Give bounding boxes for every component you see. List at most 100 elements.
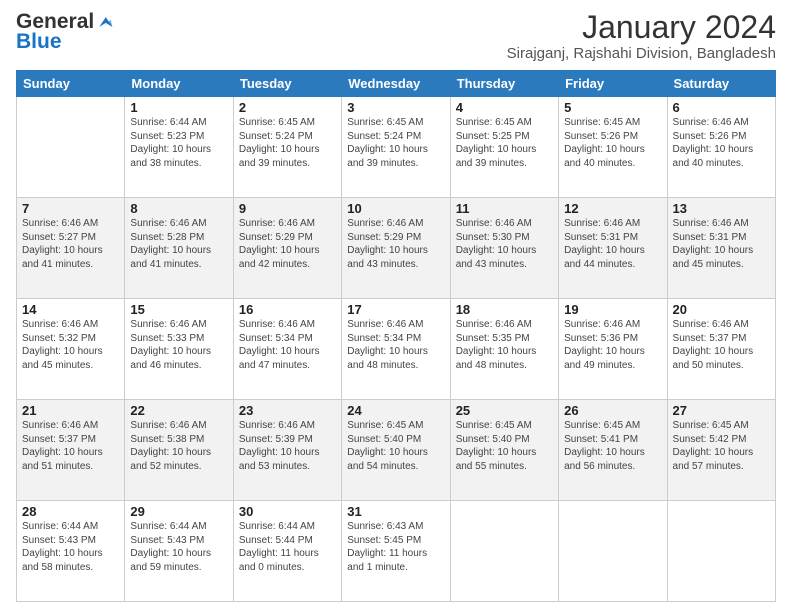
col-wednesday: Wednesday: [342, 71, 450, 97]
day-info: Sunrise: 6:46 AM Sunset: 5:36 PM Dayligh…: [564, 319, 645, 371]
day-info: Sunrise: 6:45 AM Sunset: 5:24 PM Dayligh…: [239, 117, 320, 169]
calendar-week-row: 7 Sunrise: 6:46 AM Sunset: 5:27 PM Daylig…: [17, 198, 776, 299]
table-row: 24Sunrise: 6:45 AM Sunset: 5:40 PM Dayli…: [342, 400, 450, 501]
day-number: 12: [564, 201, 661, 216]
day-info: Sunrise: 6:46 AM Sunset: 5:35 PM Dayligh…: [456, 319, 537, 371]
day-number: 29: [130, 504, 227, 519]
day-number: 18: [456, 302, 553, 317]
day-number: 3: [347, 100, 444, 115]
day-info: Sunrise: 6:46 AM Sunset: 5:33 PM Dayligh…: [130, 319, 211, 371]
header: General Blue January 2024 Sirajganj, Raj…: [16, 10, 776, 62]
page: General Blue January 2024 Sirajganj, Raj…: [0, 0, 792, 612]
logo: General Blue: [16, 10, 114, 54]
header-row: Sunday Monday Tuesday Wednesday Thursday…: [17, 71, 776, 97]
day-info: Sunrise: 6:46 AM Sunset: 5:30 PM Dayligh…: [456, 218, 537, 270]
day-number: 16: [239, 302, 336, 317]
day-info: Sunrise: 6:45 AM Sunset: 5:40 PM Dayligh…: [347, 420, 428, 472]
day-number: 8: [130, 201, 227, 216]
table-row: 23 Sunrise: 6:46 AM Sunset: 5:39 PM Dayli…: [233, 400, 341, 501]
day-info: Sunrise: 6:46 AM Sunset: 5:29 PM Dayligh…: [347, 218, 428, 270]
table-row: 10 Sunrise: 6:46 AM Sunset: 5:29 PM Dayli…: [342, 198, 450, 299]
day-number: 7: [22, 201, 119, 216]
table-row: 7 Sunrise: 6:46 AM Sunset: 5:27 PM Daylig…: [17, 198, 125, 299]
day-info: Sunrise: 6:46 AM Sunset: 5:38 PM Dayligh…: [130, 420, 211, 472]
col-monday: Monday: [125, 71, 233, 97]
calendar-title: January 2024: [507, 10, 776, 45]
table-row: 28Sunrise: 6:44 AM Sunset: 5:43 PM Dayli…: [17, 501, 125, 602]
day-number: 26: [564, 403, 661, 418]
table-row: 22 Sunrise: 6:46 AM Sunset: 5:38 PM Dayli…: [125, 400, 233, 501]
table-row: [667, 501, 775, 602]
col-sunday: Sunday: [17, 71, 125, 97]
table-row: 25 Sunrise: 6:45 AM Sunset: 5:40 PM Dayli…: [450, 400, 558, 501]
day-info: Sunrise: 6:45 AM Sunset: 5:41 PM Dayligh…: [564, 420, 645, 472]
day-number: 23: [239, 403, 336, 418]
day-number: 15: [130, 302, 227, 317]
day-info: Sunrise: 6:46 AM Sunset: 5:31 PM Dayligh…: [673, 218, 754, 270]
day-number: 10: [347, 201, 444, 216]
day-info: Sunrise: 6:45 AM Sunset: 5:26 PM Dayligh…: [564, 117, 645, 169]
day-number: 21: [22, 403, 119, 418]
calendar-week-row: 21 Sunrise: 6:46 AM Sunset: 5:37 PM Dayli…: [17, 400, 776, 501]
table-row: 8 Sunrise: 6:46 AM Sunset: 5:28 PM Daylig…: [125, 198, 233, 299]
day-number: 5: [564, 100, 661, 115]
table-row: 14Sunrise: 6:46 AM Sunset: 5:32 PM Dayli…: [17, 299, 125, 400]
day-info: Sunrise: 6:43 AM Sunset: 5:45 PM Dayligh…: [347, 521, 427, 573]
table-row: [450, 501, 558, 602]
calendar-subtitle: Sirajganj, Rajshahi Division, Bangladesh: [507, 45, 776, 62]
table-row: 13 Sunrise: 6:46 AM Sunset: 5:31 PM Dayli…: [667, 198, 775, 299]
day-info: Sunrise: 6:46 AM Sunset: 5:34 PM Dayligh…: [347, 319, 428, 371]
table-row: 29 Sunrise: 6:44 AM Sunset: 5:43 PM Dayli…: [125, 501, 233, 602]
col-thursday: Thursday: [450, 71, 558, 97]
day-info: Sunrise: 6:44 AM Sunset: 5:44 PM Dayligh…: [239, 521, 319, 573]
day-info: Sunrise: 6:46 AM Sunset: 5:39 PM Dayligh…: [239, 420, 320, 472]
day-info: Sunrise: 6:46 AM Sunset: 5:37 PM Dayligh…: [673, 319, 754, 371]
table-row: 15 Sunrise: 6:46 AM Sunset: 5:33 PM Dayli…: [125, 299, 233, 400]
day-number: 6: [673, 100, 770, 115]
day-number: 27: [673, 403, 770, 418]
day-info: Sunrise: 6:45 AM Sunset: 5:40 PM Dayligh…: [456, 420, 537, 472]
table-row: 3Sunrise: 6:45 AM Sunset: 5:24 PM Daylig…: [342, 97, 450, 198]
col-friday: Friday: [559, 71, 667, 97]
day-number: 20: [673, 302, 770, 317]
day-info: Sunrise: 6:46 AM Sunset: 5:27 PM Dayligh…: [22, 218, 103, 270]
day-number: 1: [130, 100, 227, 115]
calendar-table: Sunday Monday Tuesday Wednesday Thursday…: [16, 70, 776, 602]
day-number: 17: [347, 302, 444, 317]
table-row: 6 Sunrise: 6:46 AM Sunset: 5:26 PM Daylig…: [667, 97, 775, 198]
table-row: 18 Sunrise: 6:46 AM Sunset: 5:35 PM Dayli…: [450, 299, 558, 400]
day-info: Sunrise: 6:46 AM Sunset: 5:29 PM Dayligh…: [239, 218, 320, 270]
table-row: 20 Sunrise: 6:46 AM Sunset: 5:37 PM Dayli…: [667, 299, 775, 400]
day-number: 9: [239, 201, 336, 216]
day-info: Sunrise: 6:46 AM Sunset: 5:28 PM Dayligh…: [130, 218, 211, 270]
day-info: Sunrise: 6:46 AM Sunset: 5:31 PM Dayligh…: [564, 218, 645, 270]
logo-blue: Blue: [16, 30, 62, 54]
day-info: Sunrise: 6:45 AM Sunset: 5:42 PM Dayligh…: [673, 420, 754, 472]
day-number: 25: [456, 403, 553, 418]
table-row: 12 Sunrise: 6:46 AM Sunset: 5:31 PM Dayli…: [559, 198, 667, 299]
day-number: 31: [347, 504, 444, 519]
table-row: [17, 97, 125, 198]
day-info: Sunrise: 6:45 AM Sunset: 5:25 PM Dayligh…: [456, 117, 537, 169]
day-info: Sunrise: 6:44 AM Sunset: 5:23 PM Dayligh…: [130, 117, 211, 169]
table-row: 9 Sunrise: 6:46 AM Sunset: 5:29 PM Daylig…: [233, 198, 341, 299]
day-number: 13: [673, 201, 770, 216]
table-row: 5 Sunrise: 6:45 AM Sunset: 5:26 PM Daylig…: [559, 97, 667, 198]
table-row: 16 Sunrise: 6:46 AM Sunset: 5:34 PM Dayli…: [233, 299, 341, 400]
day-number: 2: [239, 100, 336, 115]
table-row: 21 Sunrise: 6:46 AM Sunset: 5:37 PM Dayli…: [17, 400, 125, 501]
day-info: Sunrise: 6:46 AM Sunset: 5:34 PM Dayligh…: [239, 319, 320, 371]
day-info: Sunrise: 6:46 AM Sunset: 5:37 PM Dayligh…: [22, 420, 103, 472]
table-row: 31 Sunrise: 6:43 AM Sunset: 5:45 PM Dayli…: [342, 501, 450, 602]
day-info: Sunrise: 6:44 AM Sunset: 5:43 PM Dayligh…: [130, 521, 211, 573]
table-row: 19Sunrise: 6:46 AM Sunset: 5:36 PM Dayli…: [559, 299, 667, 400]
day-number: 22: [130, 403, 227, 418]
table-row: 26 Sunrise: 6:45 AM Sunset: 5:41 PM Dayli…: [559, 400, 667, 501]
table-row: 4 Sunrise: 6:45 AM Sunset: 5:25 PM Daylig…: [450, 97, 558, 198]
day-info: Sunrise: 6:46 AM Sunset: 5:26 PM Dayligh…: [673, 117, 754, 169]
table-row: 30Sunrise: 6:44 AM Sunset: 5:44 PM Dayli…: [233, 501, 341, 602]
day-number: 4: [456, 100, 553, 115]
day-info: Sunrise: 6:44 AM Sunset: 5:43 PM Dayligh…: [22, 521, 103, 573]
table-row: [559, 501, 667, 602]
day-number: 11: [456, 201, 553, 216]
